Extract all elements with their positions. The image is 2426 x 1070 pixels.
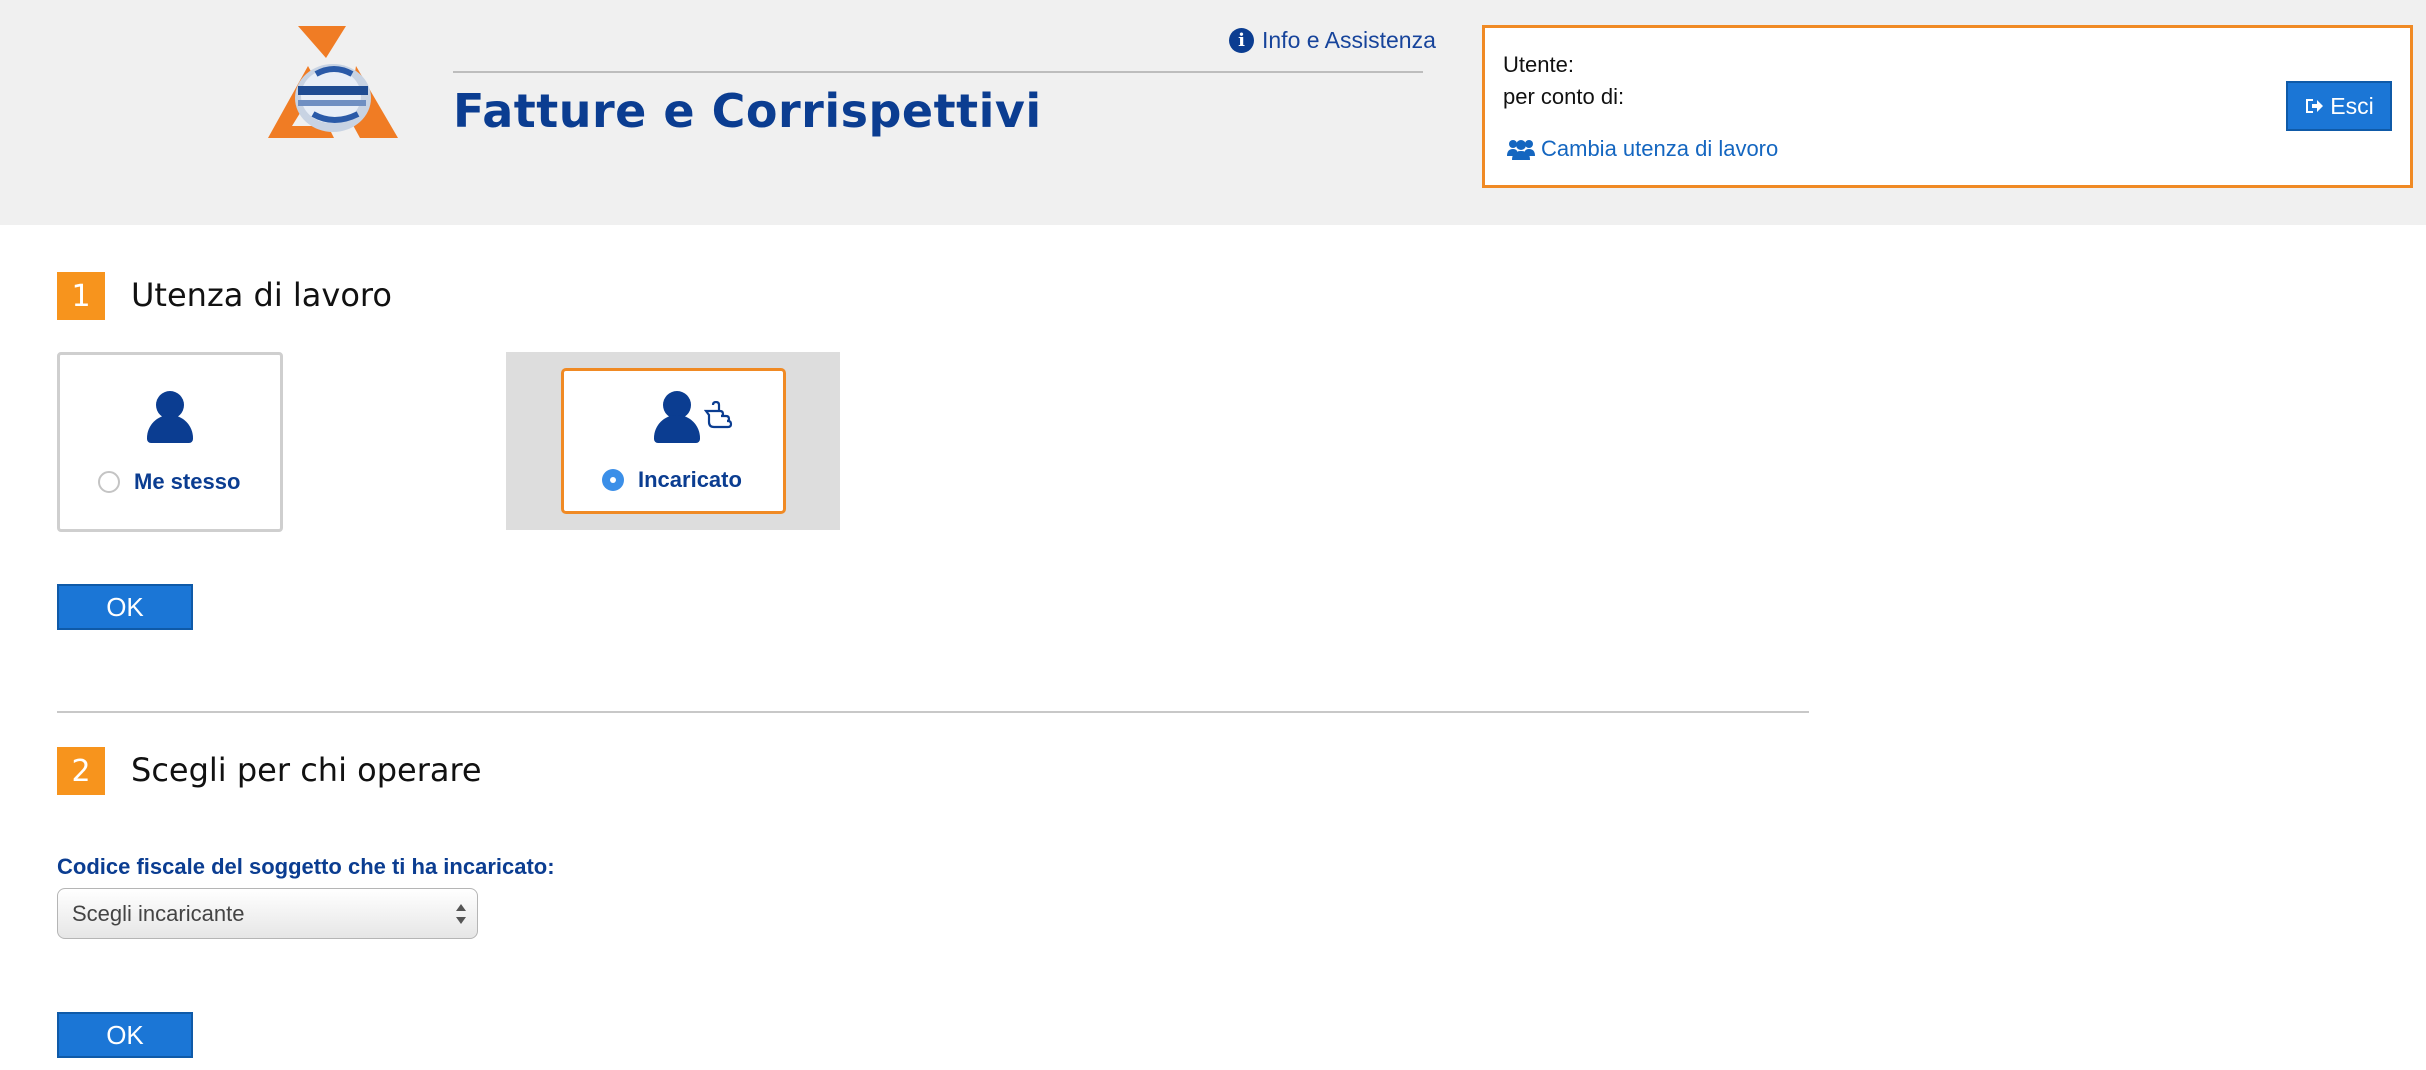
- info-assistenza-link[interactable]: i Info e Assistenza: [1229, 27, 1436, 54]
- info-icon: i: [1229, 28, 1254, 53]
- option-me-stesso[interactable]: Me stesso: [57, 352, 283, 532]
- me-stesso-radio[interactable]: [98, 471, 120, 493]
- user-info-panel: Utente: per conto di: Cambia utenza di l…: [1482, 25, 2413, 188]
- page-title: Fatture e Corrispettivi: [453, 84, 1042, 138]
- agenzia-entrate-logo[interactable]: [268, 26, 398, 138]
- incaricante-select[interactable]: Scegli incaricante: [57, 888, 478, 939]
- logout-button[interactable]: Esci: [2286, 81, 2392, 131]
- step-1-badge: 1: [57, 272, 105, 320]
- codice-fiscale-label: Codice fiscale del soggetto che ti ha in…: [57, 854, 555, 879]
- header-divider: [453, 71, 1423, 73]
- incaricato-radio[interactable]: [602, 469, 624, 491]
- step-2-badge: 2: [57, 747, 105, 795]
- step-1-ok-button[interactable]: OK: [57, 584, 193, 630]
- step-1-title: Utenza di lavoro: [131, 276, 392, 314]
- incaricato-label: Incaricato: [638, 467, 742, 492]
- cambia-utenza-link[interactable]: Cambia utenza di lavoro: [1507, 136, 1778, 162]
- info-assistenza-label: Info e Assistenza: [1262, 27, 1436, 53]
- option-incaricato[interactable]: Incaricato: [561, 368, 786, 514]
- step-2-ok-button[interactable]: OK: [57, 1012, 193, 1058]
- me-stesso-label: Me stesso: [134, 469, 241, 494]
- incaricante-select-value: Scegli incaricante: [72, 900, 245, 926]
- person-icon: [652, 391, 702, 443]
- select-arrows-icon: [456, 904, 466, 924]
- cambia-utenza-label: Cambia utenza di lavoro: [1541, 136, 1779, 161]
- sign-out-icon: [2306, 99, 2324, 113]
- section-divider: [57, 711, 1809, 713]
- page-header: i Info e Assistenza Fatture e Corrispett…: [0, 0, 2426, 225]
- person-icon: [145, 391, 195, 443]
- step-2-title: Scegli per chi operare: [131, 751, 482, 789]
- utente-label: Utente:: [1503, 52, 1574, 77]
- users-icon: [1507, 140, 1535, 160]
- logout-label: Esci: [2330, 92, 2374, 119]
- pointing-hand-icon: [704, 401, 733, 429]
- per-conto-label: per conto di:: [1503, 84, 1625, 109]
